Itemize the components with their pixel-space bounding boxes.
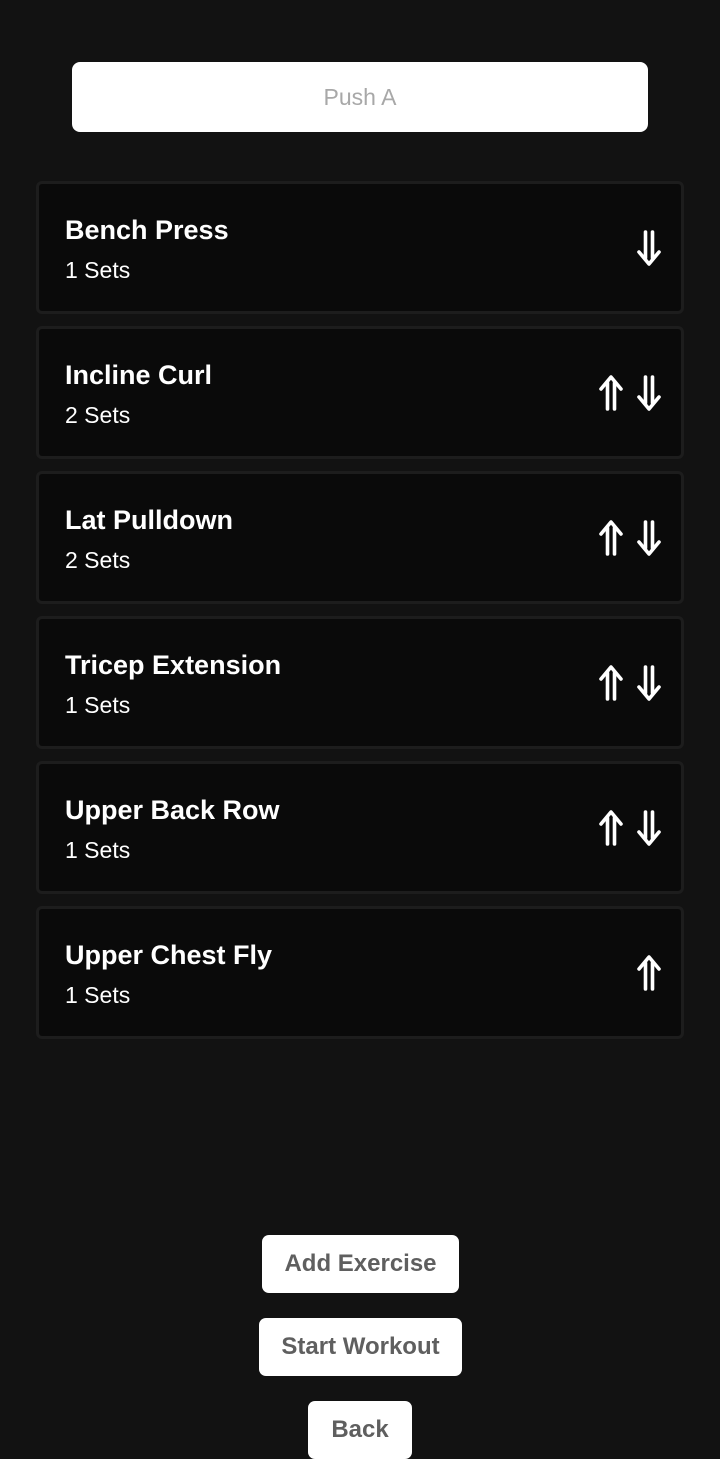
double-arrow-up-icon (599, 374, 623, 411)
move-down-button[interactable] (635, 808, 663, 848)
reorder-controls (635, 909, 663, 1036)
add-exercise-button[interactable]: Add Exercise (262, 1235, 459, 1293)
exercise-name: Upper Chest Fly (65, 940, 273, 970)
start-workout-button[interactable]: Start Workout (259, 1318, 462, 1376)
exercise-name: Lat Pulldown (65, 505, 233, 535)
exercise-list: Bench Press 1 Sets Incline Curl 2 Sets L… (36, 181, 684, 1051)
reorder-controls (597, 764, 663, 891)
move-down-button[interactable] (635, 663, 663, 703)
move-up-button[interactable] (635, 953, 663, 993)
exercise-name: Tricep Extension (65, 650, 282, 680)
double-arrow-down-icon (637, 664, 661, 701)
exercise-card[interactable]: Upper Back Row 1 Sets (36, 761, 684, 894)
move-up-button[interactable] (597, 808, 625, 848)
exercise-sets: 1 Sets (65, 257, 131, 283)
exercise-name: Upper Back Row (65, 795, 280, 825)
reorder-controls (597, 619, 663, 746)
double-arrow-down-icon (637, 229, 661, 266)
reorder-controls (635, 184, 663, 311)
exercise-sets: 1 Sets (65, 837, 131, 863)
exercise-sets: 2 Sets (65, 402, 131, 428)
move-down-button[interactable] (635, 228, 663, 268)
exercise-name: Incline Curl (65, 360, 213, 390)
double-arrow-up-icon (637, 954, 661, 991)
move-down-button[interactable] (635, 518, 663, 558)
exercise-name: Bench Press (65, 215, 229, 245)
move-up-button[interactable] (597, 373, 625, 413)
exercise-card[interactable]: Upper Chest Fly 1 Sets (36, 906, 684, 1039)
exercise-card[interactable]: Incline Curl 2 Sets (36, 326, 684, 459)
move-up-button[interactable] (597, 663, 625, 703)
exercise-sets: 2 Sets (65, 547, 131, 573)
workout-name-input[interactable] (72, 62, 648, 132)
double-arrow-up-icon (599, 519, 623, 556)
exercise-card[interactable]: Lat Pulldown 2 Sets (36, 471, 684, 604)
reorder-controls (597, 329, 663, 456)
exercise-sets: 1 Sets (65, 692, 131, 718)
double-arrow-up-icon (599, 809, 623, 846)
move-up-button[interactable] (597, 518, 625, 558)
back-button[interactable]: Back (308, 1401, 412, 1459)
exercise-card[interactable]: Tricep Extension 1 Sets (36, 616, 684, 749)
exercise-card[interactable]: Bench Press 1 Sets (36, 181, 684, 314)
double-arrow-down-icon (637, 809, 661, 846)
double-arrow-up-icon (599, 664, 623, 701)
double-arrow-down-icon (637, 374, 661, 411)
reorder-controls (597, 474, 663, 601)
double-arrow-down-icon (637, 519, 661, 556)
move-down-button[interactable] (635, 373, 663, 413)
exercise-sets: 1 Sets (65, 982, 131, 1008)
